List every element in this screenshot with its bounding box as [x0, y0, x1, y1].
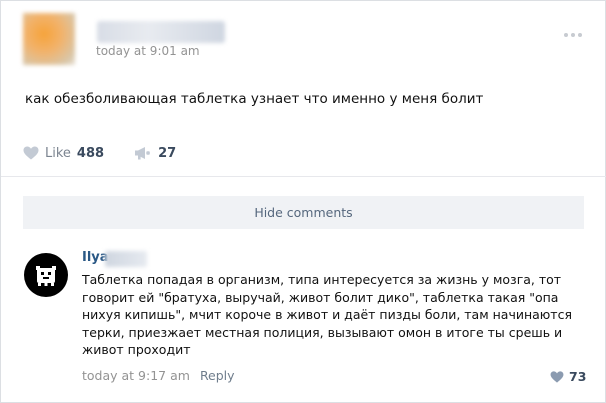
heart-icon	[550, 370, 564, 383]
hide-comments-button[interactable]: Hide comments	[23, 196, 584, 229]
comment-line: Таблетка попадая в организм, типа интере…	[82, 272, 562, 287]
commenter-surname-blurred	[105, 251, 147, 267]
like-count: 488	[76, 145, 105, 161]
author-name-blurred[interactable]	[97, 21, 225, 43]
post-card: today at 9:01 am как обезболивающая табл…	[0, 0, 606, 403]
comment-line: живот проходит	[82, 342, 191, 357]
author-avatar[interactable]	[23, 13, 75, 65]
ghost-avatar-icon	[36, 266, 56, 286]
divider	[1, 176, 606, 177]
post-timestamp[interactable]: today at 9:01 am	[96, 44, 200, 58]
like-label: Like	[45, 145, 71, 161]
share-button[interactable]: 27	[134, 146, 176, 161]
comment-line: говорит ей "братуха, выручай, живот боли…	[82, 289, 559, 305]
comment-like-button[interactable]: 73	[550, 369, 586, 384]
post-actions: Like 488 27	[23, 143, 176, 163]
commenter-avatar[interactable]	[24, 253, 68, 297]
reply-button[interactable]: Reply	[200, 368, 235, 383]
post-text: как обезболивающая таблетка узнает что и…	[25, 91, 484, 107]
megaphone-icon	[135, 147, 150, 160]
comment-line: терки, приезжает местная полиция, вызыва…	[82, 324, 563, 340]
like-button[interactable]: Like 488	[23, 146, 104, 161]
comment-like-count: 73	[569, 369, 587, 384]
comment-line: нихуя кипишь", мчит короче в живот и даё…	[82, 307, 572, 322]
comment-timestamp[interactable]: today at 9:17 am	[82, 368, 190, 383]
comment-text: Таблетка попадая в организм, типа интере…	[82, 271, 582, 359]
comment-meta: today at 9:17 am Reply	[82, 368, 235, 383]
more-dots-icon[interactable]	[561, 31, 585, 39]
heart-icon	[23, 146, 39, 160]
share-count: 27	[158, 145, 177, 161]
